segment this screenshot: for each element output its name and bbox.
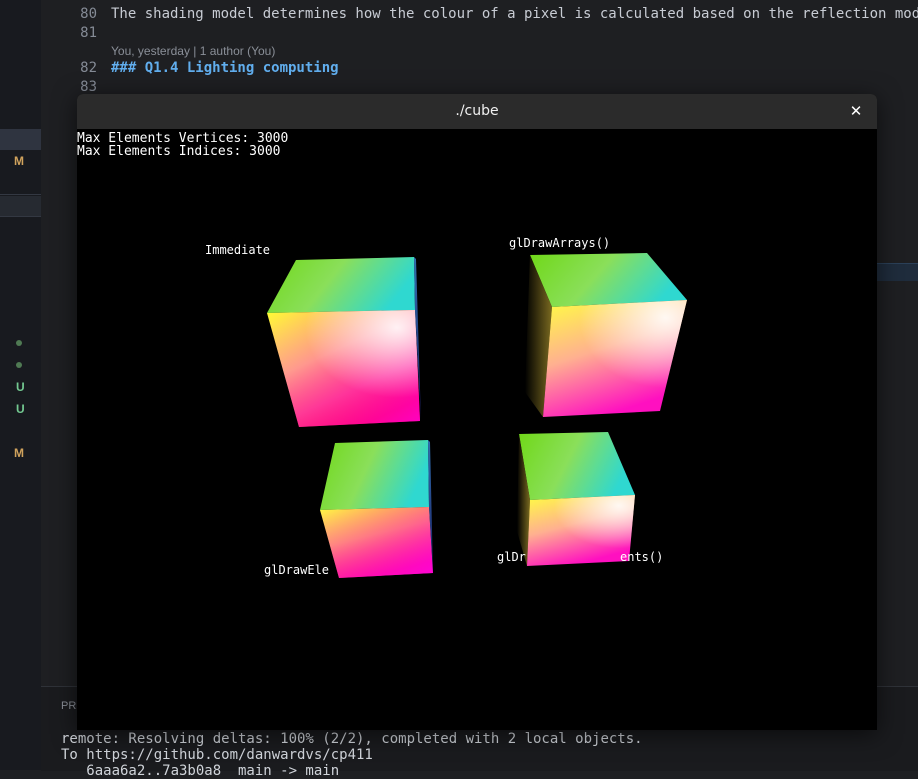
cube-drawelements	[320, 440, 433, 578]
cube-render	[267, 253, 687, 578]
label-drawelements: glDrawEle	[264, 563, 330, 577]
terminal-line: remote: Resolving deltas: 100% (2/2), co…	[61, 731, 643, 747]
line-number: 80	[80, 6, 97, 22]
terminal-line: To https://github.com/danwardvs/cp411	[61, 747, 373, 763]
git-blame-annotation[interactable]: You, yesterday | 1 author (You)	[111, 44, 275, 58]
window-titlebar[interactable]: ./cube ✕	[77, 94, 877, 129]
window-title: ./cube	[455, 103, 499, 119]
cube-drawrange	[517, 432, 635, 566]
gl-canvas[interactable]: Max Elements Vertices: 3000 Max Elements…	[77, 129, 877, 730]
line-number: 81	[80, 25, 97, 41]
git-dot-icon	[16, 340, 22, 346]
explorer-row[interactable]	[0, 196, 41, 216]
explorer-selected-row[interactable]	[0, 129, 41, 150]
cube-immediate	[267, 257, 421, 427]
line-number: 82	[80, 60, 97, 76]
label-drawrange-right: ents()	[620, 550, 664, 564]
git-badge-untracked: U	[16, 402, 25, 416]
cube-drawarrays	[525, 253, 687, 417]
git-dot-icon	[16, 362, 22, 368]
max-indices-text: Max Elements Indices: 3000	[77, 144, 281, 159]
label-drawrange-left: glDr	[497, 550, 526, 564]
git-badge-modified: M	[14, 154, 24, 168]
opengl-window[interactable]: ./cube ✕ Max Elements Vertices: 3000 Max…	[77, 94, 877, 730]
markdown-heading-line[interactable]: ### Q1.4 Lighting computing	[111, 59, 339, 78]
panel-tab-label[interactable]: PR	[61, 700, 76, 712]
divider	[0, 194, 41, 195]
label-immediate: Immediate	[205, 243, 271, 257]
code-line[interactable]: The shading model determines how the col…	[111, 5, 918, 24]
divider	[0, 216, 41, 217]
current-line-highlight	[877, 263, 918, 281]
label-drawarrays: glDrawArrays()	[509, 236, 611, 250]
terminal-line: 6aaa6a2..7a3b0a8 main -> main	[61, 763, 340, 779]
git-badge-untracked: U	[16, 380, 25, 394]
close-icon[interactable]: ✕	[845, 100, 867, 122]
git-badge-modified: M	[14, 446, 24, 460]
explorer-strip: M U U M	[0, 0, 41, 770]
